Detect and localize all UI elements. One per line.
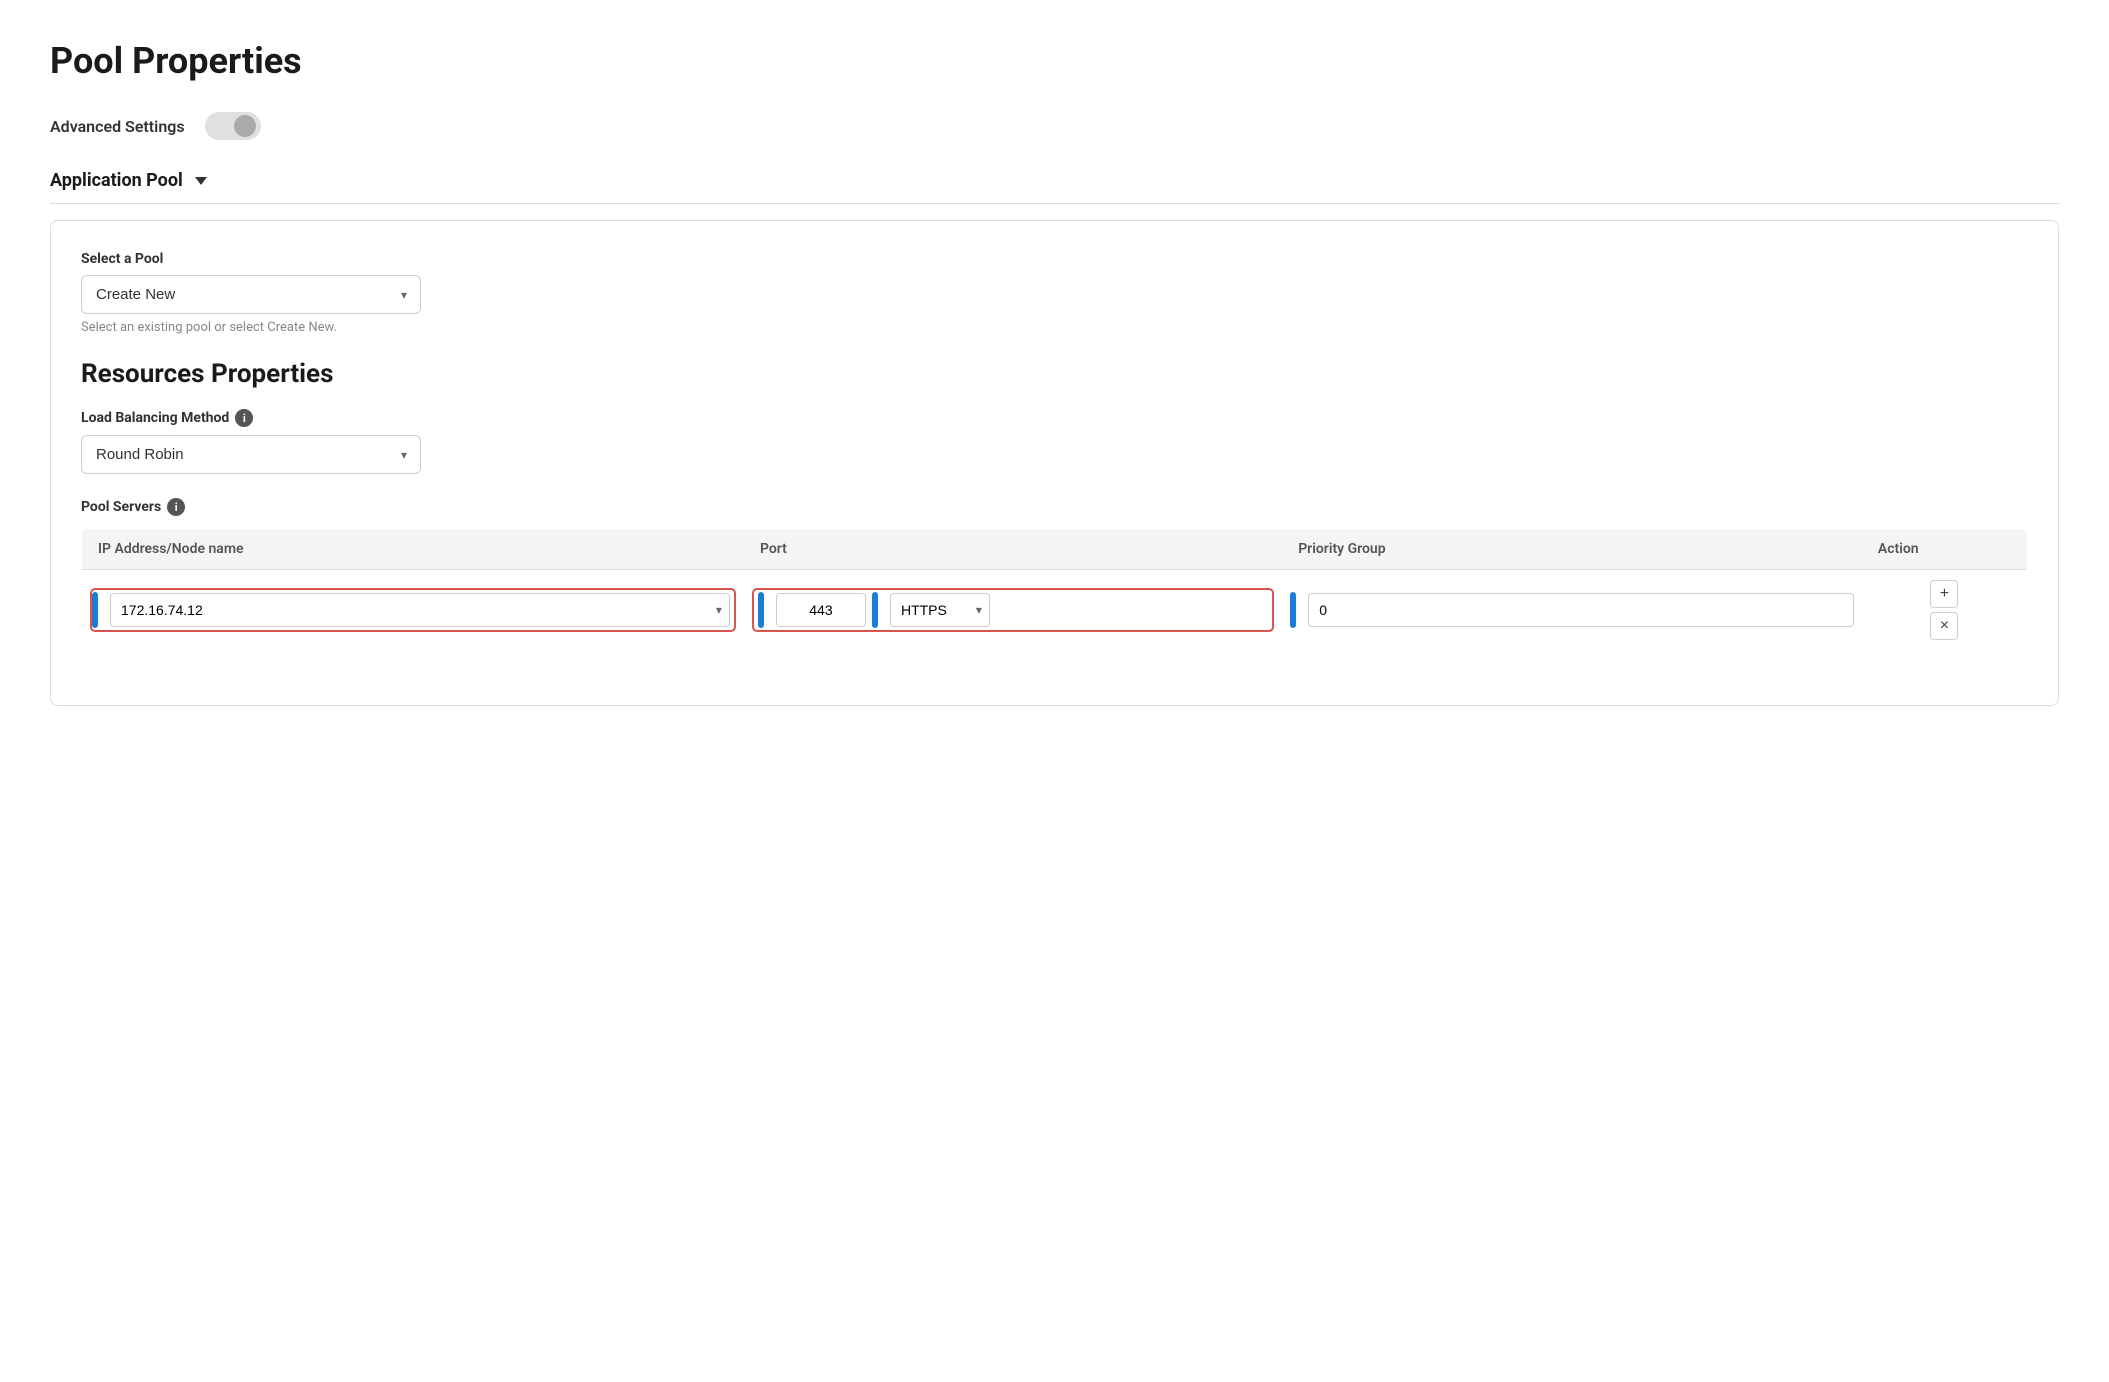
pool-servers-thead: IP Address/Node name Port Priority Group… — [82, 529, 2028, 570]
page-title: Pool Properties — [50, 40, 2059, 82]
col-header-ip: IP Address/Node name — [82, 529, 744, 570]
priority-drag-handle — [1290, 592, 1296, 628]
load-balancing-info-icon: i — [235, 409, 253, 427]
pool-servers-info-icon: i — [167, 498, 185, 516]
action-buttons-group: + × — [1870, 580, 2019, 640]
application-pool-label: Application Pool — [50, 170, 183, 191]
remove-server-button[interactable]: × — [1930, 612, 1958, 640]
cell-priority — [1282, 570, 1862, 651]
pool-servers-group: Pool Servers i IP Address/Node name Port… — [81, 498, 2028, 651]
select-pool-group: Select a Pool Create New Pool 1 Pool 2 ▾… — [81, 251, 2028, 335]
load-balancing-group: Load Balancing Method i Round Robin Leas… — [81, 409, 2028, 474]
advanced-settings-label: Advanced Settings — [50, 117, 185, 136]
col-header-action: Action — [1862, 529, 2028, 570]
select-pool-label: Select a Pool — [81, 251, 2028, 267]
cell-ip: 172.16.74.12 192.168.1.1 ▾ — [82, 570, 744, 651]
protocol-wrapper: HTTPS HTTP TCP ▾ — [890, 593, 990, 627]
load-balancing-dropdown[interactable]: Round Robin Least Connections IP Hash — [81, 435, 421, 474]
application-pool-card: Select a Pool Create New Pool 1 Pool 2 ▾… — [50, 220, 2059, 706]
add-server-button[interactable]: + — [1930, 580, 1958, 608]
pool-servers-tbody: 172.16.74.12 192.168.1.1 ▾ — [82, 570, 2028, 651]
pool-servers-table: IP Address/Node name Port Priority Group… — [81, 528, 2028, 651]
port-input[interactable] — [776, 593, 866, 627]
load-balancing-wrapper: Round Robin Least Connections IP Hash ▾ — [81, 435, 421, 474]
pool-servers-label: Pool Servers i — [81, 498, 2028, 516]
select-pool-hint: Select an existing pool or select Create… — [81, 320, 2028, 335]
application-pool-chevron-icon — [195, 177, 207, 185]
ip-drag-handle — [92, 592, 98, 628]
ip-select-wrapper: 172.16.74.12 192.168.1.1 ▾ — [110, 593, 730, 627]
pool-servers-header-row: IP Address/Node name Port Priority Group… — [82, 529, 2028, 570]
table-row: 172.16.74.12 192.168.1.1 ▾ — [82, 570, 2028, 651]
protocol-dropdown[interactable]: HTTPS HTTP TCP — [890, 593, 990, 627]
ip-address-dropdown[interactable]: 172.16.74.12 192.168.1.1 — [110, 593, 730, 627]
select-pool-dropdown[interactable]: Create New Pool 1 Pool 2 — [81, 275, 421, 314]
advanced-settings-toggle[interactable] — [205, 112, 261, 140]
advanced-settings-row: Advanced Settings — [50, 112, 2059, 140]
port-drag-handle — [758, 592, 764, 628]
select-pool-wrapper: Create New Pool 1 Pool 2 ▾ — [81, 275, 421, 314]
resources-properties-title: Resources Properties — [81, 359, 2028, 389]
cell-port: HTTPS HTTP TCP ▾ — [744, 570, 1282, 651]
cell-action: + × — [1862, 570, 2028, 651]
col-header-priority: Priority Group — [1282, 529, 1862, 570]
application-pool-section-header[interactable]: Application Pool — [50, 170, 2059, 204]
col-header-port: Port — [744, 529, 1282, 570]
load-balancing-label: Load Balancing Method i — [81, 409, 2028, 427]
protocol-drag-handle — [872, 592, 878, 628]
priority-input[interactable] — [1308, 593, 1854, 627]
